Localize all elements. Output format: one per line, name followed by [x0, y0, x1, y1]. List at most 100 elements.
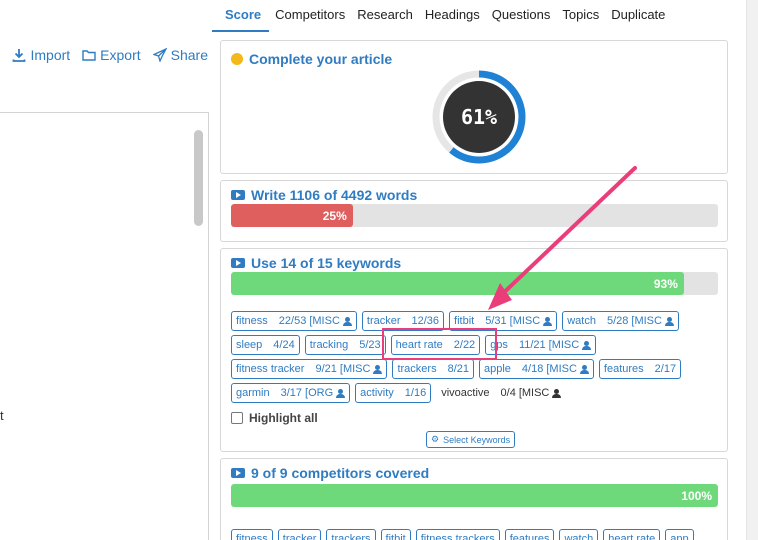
keyword-chip[interactable]: trackers 8/21: [392, 359, 474, 379]
keyword-chip-count: 12/36: [411, 315, 440, 327]
keyword-chip-count: 5/31: [485, 315, 507, 327]
person-icon: [664, 316, 674, 326]
keywords-percent: 93%: [653, 276, 678, 291]
keyword-chip-name: fitbit: [454, 315, 475, 327]
keyword-chip-name: tracker: [366, 315, 401, 327]
keyword-chip-name: garmin: [236, 387, 270, 399]
panel-scrollbar[interactable]: [746, 0, 758, 540]
competitor-chip[interactable]: features: [504, 529, 555, 540]
competitor-chip[interactable]: trackers: [326, 529, 376, 540]
editor-text-fragment: t: [0, 408, 4, 423]
person-icon: [552, 388, 562, 398]
keyword-chip[interactable]: features 2/17: [598, 359, 682, 379]
person-icon: [543, 316, 553, 326]
keyword-chip[interactable]: vivoactive 0/4 [MISC: [436, 383, 567, 403]
highlight-all-label: Highlight all: [249, 411, 318, 425]
highlight-all-checkbox[interactable]: [231, 412, 243, 424]
keyword-chip-count: 2/17: [654, 363, 677, 375]
words-progress-track: 25%: [231, 204, 718, 227]
import-button[interactable]: Import: [12, 47, 70, 63]
video-icon: [231, 468, 245, 478]
keyword-chip-count: 5/23: [359, 339, 381, 351]
tab-topics[interactable]: Topics: [556, 0, 605, 32]
keyword-chip-name: trackers: [397, 363, 437, 375]
tab-competitors[interactable]: Competitors: [269, 0, 351, 32]
tab-score[interactable]: Score: [212, 0, 270, 32]
keyword-chip[interactable]: tracking 5/23: [304, 335, 386, 355]
share-button[interactable]: Share: [152, 47, 208, 63]
score-ring: 61%: [432, 70, 526, 164]
keyword-chip-count: 11/21: [518, 339, 546, 351]
competitors-card: 9 of 9 competitors covered 100% fitness t…: [220, 458, 728, 540]
tab-duplicate[interactable]: Duplicate: [605, 0, 671, 32]
keyword-chip[interactable]: apple 4/18 [MISC: [479, 359, 594, 379]
keyword-chip-count: 3/17: [280, 387, 303, 399]
keyword-chip-name: tracking: [309, 339, 349, 351]
words-title: Write 1106 of 4492 words: [251, 187, 418, 203]
keywords-title: Use 14 of 15 keywords: [251, 255, 402, 271]
keyword-chip-count: 8/21: [447, 363, 469, 375]
keyword-chip-count: 5/28: [606, 315, 629, 327]
keyword-chip[interactable]: fitness 22/53 [MISC: [231, 311, 357, 331]
words-card: Write 1106 of 4492 words 25%: [220, 180, 728, 242]
keyword-chip-tag: [MISC: [309, 315, 340, 327]
person-icon: [579, 364, 589, 374]
keyword-chip-name: fitness tracker: [236, 363, 305, 375]
competitor-chip[interactable]: fitbit: [380, 529, 411, 540]
keyword-chip-count: 9/21: [315, 363, 337, 375]
person-icon: [373, 364, 383, 374]
panel-tabs: Score Competitors Research Headings Ques…: [212, 0, 671, 32]
keyword-chip-name: activity: [360, 387, 394, 399]
tab-questions[interactable]: Questions: [486, 0, 557, 32]
article-editor[interactable]: [0, 112, 209, 540]
competitors-card-heading: 9 of 9 competitors covered: [231, 465, 429, 481]
keyword-chip[interactable]: watch 5/28 [MISC: [562, 311, 679, 331]
paper-plane-icon: [152, 48, 167, 62]
keyword-chip-count: 0/4: [500, 387, 516, 399]
score-card: Complete your article 61%: [220, 40, 728, 174]
competitor-chip-list: fitness tracker trackers fitbit fitness trac…: [231, 529, 721, 540]
tab-research[interactable]: Research: [351, 0, 419, 32]
select-keywords-label: Select Keywords: [443, 434, 511, 445]
editor-scrollbar[interactable]: [194, 130, 203, 226]
video-icon: [231, 258, 245, 268]
annotation-highlight-box: [382, 328, 497, 360]
person-icon: [336, 388, 346, 398]
share-label: Share: [170, 47, 208, 63]
competitors-progress-track: 100%: [231, 484, 718, 507]
competitor-chip[interactable]: watch: [559, 529, 599, 540]
keyword-chip-tag: [MISC: [546, 363, 577, 375]
tab-headings[interactable]: Headings: [419, 0, 486, 32]
keywords-progress-bar: 93%: [231, 272, 684, 295]
competitor-chip[interactable]: app: [665, 529, 694, 540]
keyword-chip-tag: [MISC: [631, 315, 662, 327]
status-dot-icon: [231, 53, 243, 65]
keyword-chip-name: fitness: [236, 315, 268, 327]
score-percent: 61%: [461, 105, 497, 129]
keyword-chip[interactable]: fitness tracker 9/21 [MISC: [231, 359, 388, 379]
select-keywords-button[interactable]: ⚙ Select Keywords: [426, 431, 516, 448]
competitor-chip[interactable]: tracker: [277, 529, 322, 540]
competitors-title: 9 of 9 competitors covered: [251, 465, 430, 481]
keyword-chip-tag: [MISC: [548, 339, 580, 351]
import-label: Import: [30, 47, 71, 63]
keyword-chip-count: 4/18: [521, 363, 544, 375]
competitor-chip[interactable]: heart rate: [603, 529, 661, 540]
competitor-chip[interactable]: fitness: [231, 529, 273, 540]
keyword-chip[interactable]: gps 11/21 [MISC: [485, 335, 597, 355]
keyword-chip[interactable]: sleep 4/24: [231, 335, 300, 355]
keyword-chip-count: 1/16: [404, 387, 427, 399]
export-button[interactable]: Export: [82, 47, 141, 63]
editor-toolbar: Import Export Share: [0, 40, 212, 70]
keyword-chip[interactable]: garmin 3/17 [ORG: [231, 383, 351, 403]
video-icon: [231, 190, 245, 200]
highlight-all-row[interactable]: Highlight all: [231, 411, 318, 425]
keyword-chip-name: features: [603, 363, 644, 375]
download-icon: [13, 49, 26, 62]
score-title: Complete your article: [249, 51, 393, 67]
keywords-progress-track: 93%: [231, 272, 718, 295]
export-label: Export: [100, 47, 141, 63]
competitor-chip[interactable]: fitness trackers: [415, 529, 500, 540]
folder-icon: [82, 50, 96, 61]
keyword-chip[interactable]: activity 1/16: [355, 383, 432, 403]
